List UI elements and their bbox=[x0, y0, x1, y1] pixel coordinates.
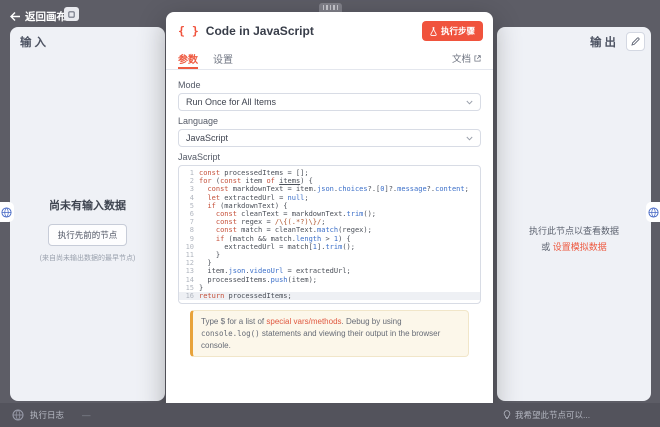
set-mock-data-link[interactable]: 设置模拟数据 bbox=[553, 242, 607, 252]
external-link-icon bbox=[474, 55, 481, 62]
line-number: 8 bbox=[179, 226, 199, 234]
output-panel-title: 输出 bbox=[590, 34, 619, 50]
line-number: 3 bbox=[179, 185, 199, 193]
tab-settings[interactable]: 设置 bbox=[213, 47, 233, 69]
node-feedback-link[interactable]: 我希望此节点可以... bbox=[503, 403, 590, 427]
line-number: 10 bbox=[179, 243, 199, 251]
code-line[interactable]: 15} bbox=[179, 284, 480, 292]
code-line[interactable]: 13 item.json.videoUrl = extractedUrl; bbox=[179, 267, 480, 275]
square-icon bbox=[68, 11, 75, 18]
code-line[interactable]: 14 processedItems.push(item); bbox=[179, 276, 480, 284]
lightbulb-icon bbox=[503, 410, 511, 420]
code-line[interactable]: 7 const regex = /\{(.*?)\}/; bbox=[179, 218, 480, 226]
chevron-down-icon bbox=[466, 136, 473, 141]
line-number: 14 bbox=[179, 276, 199, 284]
input-empty-title: 尚未有输入数据 bbox=[10, 197, 165, 213]
language-select[interactable]: JavaScript bbox=[178, 129, 481, 147]
code-line[interactable]: 4 let extractedUrl = null; bbox=[179, 194, 480, 202]
modal-tabs: 参数 设置 文档 bbox=[166, 47, 493, 70]
node-settings-modal: { } Code in JavaScript 执行步骤 参数 设置 文档 Mod… bbox=[166, 12, 493, 415]
flask-icon bbox=[430, 27, 437, 36]
back-to-canvas-button[interactable]: 返回画布 bbox=[10, 9, 67, 24]
upstream-node-badge[interactable] bbox=[0, 202, 14, 222]
mode-label: Mode bbox=[178, 80, 481, 90]
special-vars-link[interactable]: special vars/methods bbox=[266, 317, 341, 326]
globe-icon bbox=[648, 207, 659, 218]
input-panel-title: 输入 bbox=[20, 34, 49, 50]
back-to-canvas-label: 返回画布 bbox=[25, 9, 67, 24]
code-editor-label: JavaScript bbox=[178, 152, 481, 162]
bottom-bar-dash: — bbox=[82, 410, 91, 420]
code-line[interactable]: 2for (const item of items) { bbox=[179, 177, 480, 185]
node-nav-button[interactable] bbox=[64, 7, 79, 21]
logs-toggle[interactable]: 执行日志 bbox=[12, 409, 64, 421]
execute-previous-nodes-button[interactable]: 执行先前的节点 bbox=[48, 224, 128, 246]
globe-icon bbox=[1, 207, 12, 218]
globe-icon bbox=[12, 409, 24, 421]
code-line[interactable]: 10 extractedUrl = match[1].trim(); bbox=[179, 243, 480, 251]
line-number: 1 bbox=[179, 169, 199, 177]
arrow-left-icon bbox=[10, 12, 20, 21]
output-panel: 输出 执行此节点以查看数据 或 设置模拟数据 bbox=[497, 27, 651, 401]
editor-hint-box: Type $ for a list of special vars/method… bbox=[190, 310, 469, 357]
line-number: 11 bbox=[179, 251, 199, 259]
hint-code-snippet: console.log() bbox=[201, 329, 260, 338]
line-number: 7 bbox=[179, 218, 199, 226]
output-empty-line1: 执行此节点以查看数据 bbox=[497, 223, 651, 239]
output-empty-line2: 或 设置模拟数据 bbox=[497, 239, 651, 255]
code-line[interactable]: 12 } bbox=[179, 259, 480, 267]
code-line[interactable]: 6 const cleanText = markdownText.trim(); bbox=[179, 210, 480, 218]
code-line[interactable]: 11 } bbox=[179, 251, 480, 259]
code-line[interactable]: 9 if (match && match.length > 1) { bbox=[179, 235, 480, 243]
line-number: 2 bbox=[179, 177, 199, 185]
code-line[interactable]: 3 const markdownText = item.json.choices… bbox=[179, 185, 480, 193]
mode-value: Run Once for All Items bbox=[186, 97, 276, 107]
line-number: 4 bbox=[179, 194, 199, 202]
code-line[interactable]: 1const processedItems = []; bbox=[179, 169, 480, 177]
input-empty-hint: (来自尚未输出数据的最早节点) bbox=[10, 253, 165, 263]
tab-parameters[interactable]: 参数 bbox=[178, 47, 198, 69]
bottom-bar: 执行日志 — 我希望此节点可以... bbox=[0, 403, 660, 427]
line-number: 9 bbox=[179, 235, 199, 243]
line-number: 5 bbox=[179, 202, 199, 210]
modal-drag-handle[interactable] bbox=[319, 3, 342, 12]
language-label: Language bbox=[178, 116, 481, 126]
hint-text-pre: Type $ for a list of bbox=[201, 317, 266, 326]
pencil-icon bbox=[631, 37, 640, 46]
app-window: 返回画布 输入 尚未有输入数据 执行先前的节点 (来自尚未输出数据的最早节点) … bbox=[0, 0, 660, 427]
line-number: 15 bbox=[179, 284, 199, 292]
code-line[interactable]: 16return processedItems; bbox=[179, 292, 480, 300]
docs-link[interactable]: 文档 bbox=[452, 51, 481, 65]
execute-step-label: 执行步骤 bbox=[441, 25, 475, 37]
node-title: Code in JavaScript bbox=[206, 24, 314, 38]
line-number: 16 bbox=[179, 292, 199, 300]
code-node-icon: { } bbox=[178, 24, 199, 38]
line-number: 12 bbox=[179, 259, 199, 267]
edit-output-button[interactable] bbox=[626, 32, 645, 51]
execute-step-button[interactable]: 执行步骤 bbox=[422, 21, 483, 41]
output-or-text: 或 bbox=[541, 242, 550, 252]
line-number: 6 bbox=[179, 210, 199, 218]
downstream-node-badge[interactable] bbox=[646, 202, 660, 222]
chevron-down-icon bbox=[466, 100, 473, 105]
bottom-left-label: 执行日志 bbox=[30, 409, 64, 421]
input-panel: 输入 尚未有输入数据 执行先前的节点 (来自尚未输出数据的最早节点) bbox=[10, 27, 165, 401]
code-line[interactable]: 8 const match = cleanText.match(regex); bbox=[179, 226, 480, 234]
language-value: JavaScript bbox=[186, 133, 228, 143]
line-number: 13 bbox=[179, 267, 199, 275]
docs-label: 文档 bbox=[452, 51, 471, 65]
code-line[interactable]: 5 if (markdownText) { bbox=[179, 202, 480, 210]
mode-select[interactable]: Run Once for All Items bbox=[178, 93, 481, 111]
node-feedback-label: 我希望此节点可以... bbox=[515, 409, 590, 421]
hint-text-mid: . Debug by using bbox=[342, 317, 402, 326]
code-editor[interactable]: 1const processedItems = [];2for (const i… bbox=[178, 165, 481, 304]
